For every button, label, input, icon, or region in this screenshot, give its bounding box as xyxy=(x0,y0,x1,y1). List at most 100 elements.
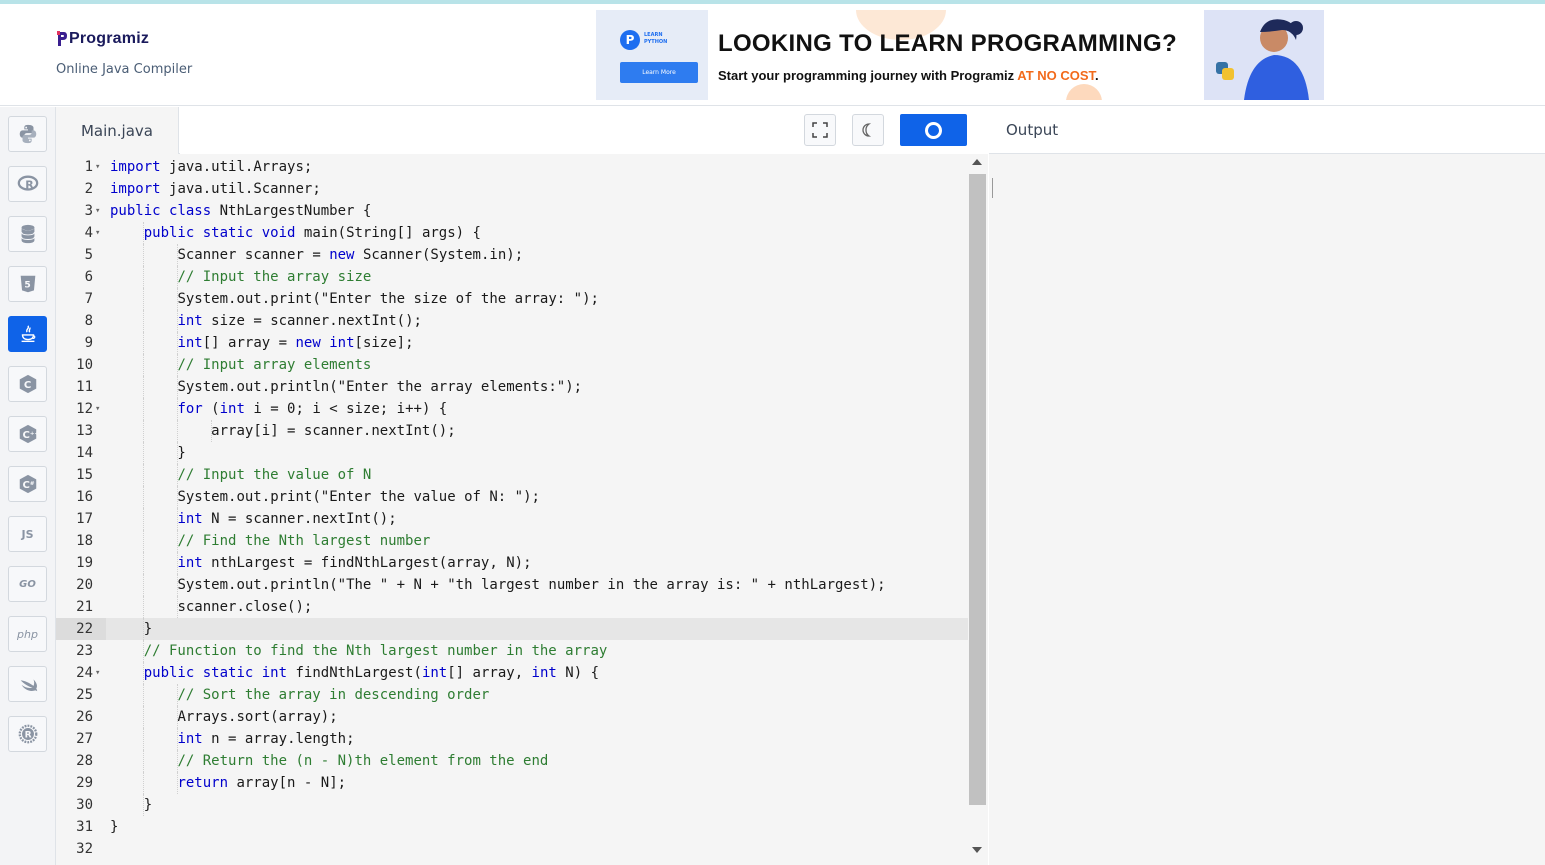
scroll-thumb[interactable] xyxy=(969,174,986,805)
code-line[interactable]: 7 System.out.print("Enter the size of th… xyxy=(56,288,968,310)
code-line[interactable]: 27 int n = array.length; xyxy=(56,728,968,750)
editor-scrollbar[interactable] xyxy=(968,154,988,865)
editor-tabbar: Main.java xyxy=(56,107,988,154)
programiz-logo[interactable]: Programiz xyxy=(56,30,149,48)
run-button[interactable] xyxy=(900,114,967,146)
code-line[interactable]: 13 array[i] = scanner.nextInt(); xyxy=(56,420,968,442)
code-line[interactable]: 17 int N = scanner.nextInt(); xyxy=(56,508,968,530)
sidebar-item-c[interactable]: C xyxy=(8,366,47,402)
keyword: for xyxy=(177,401,203,417)
code-token: nextInt xyxy=(371,423,431,439)
code-token: [] xyxy=(202,335,229,351)
sidebar-item-php[interactable]: php xyxy=(8,616,47,652)
code-line[interactable]: 19 int nthLargest = findNthLargest(array… xyxy=(56,552,968,574)
sidebar-item-html[interactable]: 5 xyxy=(8,266,47,302)
tab-main-java[interactable]: Main.java xyxy=(56,107,179,154)
code-token: nextInt xyxy=(337,313,397,329)
code-line[interactable]: 32 xyxy=(56,838,968,860)
code-line[interactable]: 8 int size = scanner.nextInt(); xyxy=(56,310,968,332)
code-line[interactable]: 11 System.out.println("Enter the array e… xyxy=(56,376,968,398)
code-line[interactable]: 29 return array[n - N]; xyxy=(56,772,968,794)
ad-learn-more-button[interactable]: Learn More xyxy=(620,62,698,83)
code-comment: // Input array elements xyxy=(177,357,372,373)
output-console[interactable] xyxy=(989,154,1545,865)
code-token: ) { xyxy=(455,225,481,241)
sidebar-item-csharp[interactable]: C # xyxy=(8,466,47,502)
code-line[interactable]: 5 Scanner scanner = new Scanner(System.i… xyxy=(56,244,968,266)
sidebar-item-swift[interactable] xyxy=(8,666,47,702)
code-token: size xyxy=(346,401,380,417)
fold-arrow-icon[interactable]: ▾ xyxy=(95,398,105,420)
sidebar-item-rust[interactable]: R xyxy=(8,716,47,752)
code-token: ; xyxy=(303,159,313,175)
sidebar-item-java[interactable] xyxy=(8,316,47,352)
code-line[interactable]: 23 // Function to find the Nth largest n… xyxy=(56,640,968,662)
code-line[interactable]: 6 // Input the array size xyxy=(56,266,968,288)
code-token: (); xyxy=(371,511,397,527)
fold-arrow-icon[interactable]: ▾ xyxy=(95,222,105,244)
sidebar-item-label: C xyxy=(22,430,29,441)
code-line[interactable]: 16 System.out.print("Enter the value of … xyxy=(56,486,968,508)
scroll-down-arrow-icon[interactable] xyxy=(972,847,982,853)
code-token: array xyxy=(211,423,254,439)
code-token: } xyxy=(110,797,153,813)
code-line[interactable]: 14 } xyxy=(56,442,968,464)
code-line[interactable]: 2 import java.util.Scanner; xyxy=(56,178,968,200)
fold-arrow-icon[interactable]: ▾ xyxy=(95,200,105,222)
code-token: System xyxy=(177,577,229,593)
fold-arrow-icon[interactable]: ▾ xyxy=(95,156,105,178)
code-line[interactable]: 22 } xyxy=(56,618,968,640)
sidebar-item-js[interactable]: JS xyxy=(8,516,47,552)
code-line[interactable]: 30 } xyxy=(56,794,968,816)
code-token: [] xyxy=(396,225,422,241)
code-line[interactable]: 21 scanner.close(); xyxy=(56,596,968,618)
code-editor[interactable]: 1 ▾ import java.util.Arrays; 2 import java.u… xyxy=(56,154,968,865)
code-token: println xyxy=(270,379,330,395)
sidebar-item-cpp[interactable]: C ++ xyxy=(8,416,47,452)
code-line[interactable]: 18 // Find the Nth largest number xyxy=(56,530,968,552)
code-line[interactable]: 26 Arrays.sort(array); xyxy=(56,706,968,728)
code-line[interactable]: 3 ▾ public class NthLargestNumber { xyxy=(56,200,968,222)
keyword: class xyxy=(169,203,212,219)
keyword: int xyxy=(177,731,203,747)
sidebar-item-go[interactable]: GO xyxy=(8,566,47,602)
keyword: public xyxy=(143,225,195,241)
code-token: args xyxy=(421,225,456,241)
ad-subtitle-prefix: Start your programming journey with Prog… xyxy=(718,68,1018,83)
code-line[interactable]: 12 ▾ for (int i = 0; i < size; i++) { xyxy=(56,398,968,420)
sidebar-item-python[interactable] xyxy=(8,116,47,152)
scroll-up-arrow-icon[interactable] xyxy=(972,159,982,165)
code-line[interactable]: 31} xyxy=(56,816,968,838)
svg-text:#: # xyxy=(29,481,34,487)
code-line[interactable]: 1 ▾ import java.util.Arrays; xyxy=(56,156,968,178)
code-line[interactable]: 20 System.out.println("The " + N + "th l… xyxy=(56,574,968,596)
code-token: nthLargest xyxy=(784,577,869,593)
fold-arrow-icon[interactable]: ▾ xyxy=(95,662,105,684)
code-line[interactable]: 24 ▾ public static int findNthLargest(int… xyxy=(56,662,968,684)
code-token: . xyxy=(236,599,245,615)
code-line[interactable]: 25 // Sort the array in descending order xyxy=(56,684,968,706)
code-token: in xyxy=(489,247,507,263)
code-token: n xyxy=(211,731,220,747)
code-text: System.out.println("Enter the array elem… xyxy=(110,376,582,398)
keyword: int xyxy=(177,555,203,571)
ad-banner[interactable]: P LEARN PYTHON Learn More LOOKING TO LEA… xyxy=(596,10,1324,100)
code-token: Arrays xyxy=(177,709,229,725)
code-line[interactable]: 9 int[] array = new int[size]; xyxy=(56,332,968,354)
theme-toggle-button[interactable] xyxy=(852,114,884,146)
sidebar-item-r[interactable]: R xyxy=(8,166,47,202)
code-token: i xyxy=(253,401,262,417)
code-token: . xyxy=(261,379,271,395)
code-line[interactable]: 4 ▾ public static void main(String[] args… xyxy=(56,222,968,244)
sidebar-item-sql[interactable] xyxy=(8,216,47,252)
code-line[interactable]: 28 // Return the (n - N)th element from … xyxy=(56,750,968,772)
code-text: System.out.println("The " + N + "th larg… xyxy=(110,574,885,596)
fullscreen-button[interactable] xyxy=(804,114,836,146)
code-token: findNthLargest xyxy=(295,665,414,681)
code-line[interactable]: 10 // Input array elements xyxy=(56,354,968,376)
code-line[interactable]: 15 // Input the value of N xyxy=(56,464,968,486)
